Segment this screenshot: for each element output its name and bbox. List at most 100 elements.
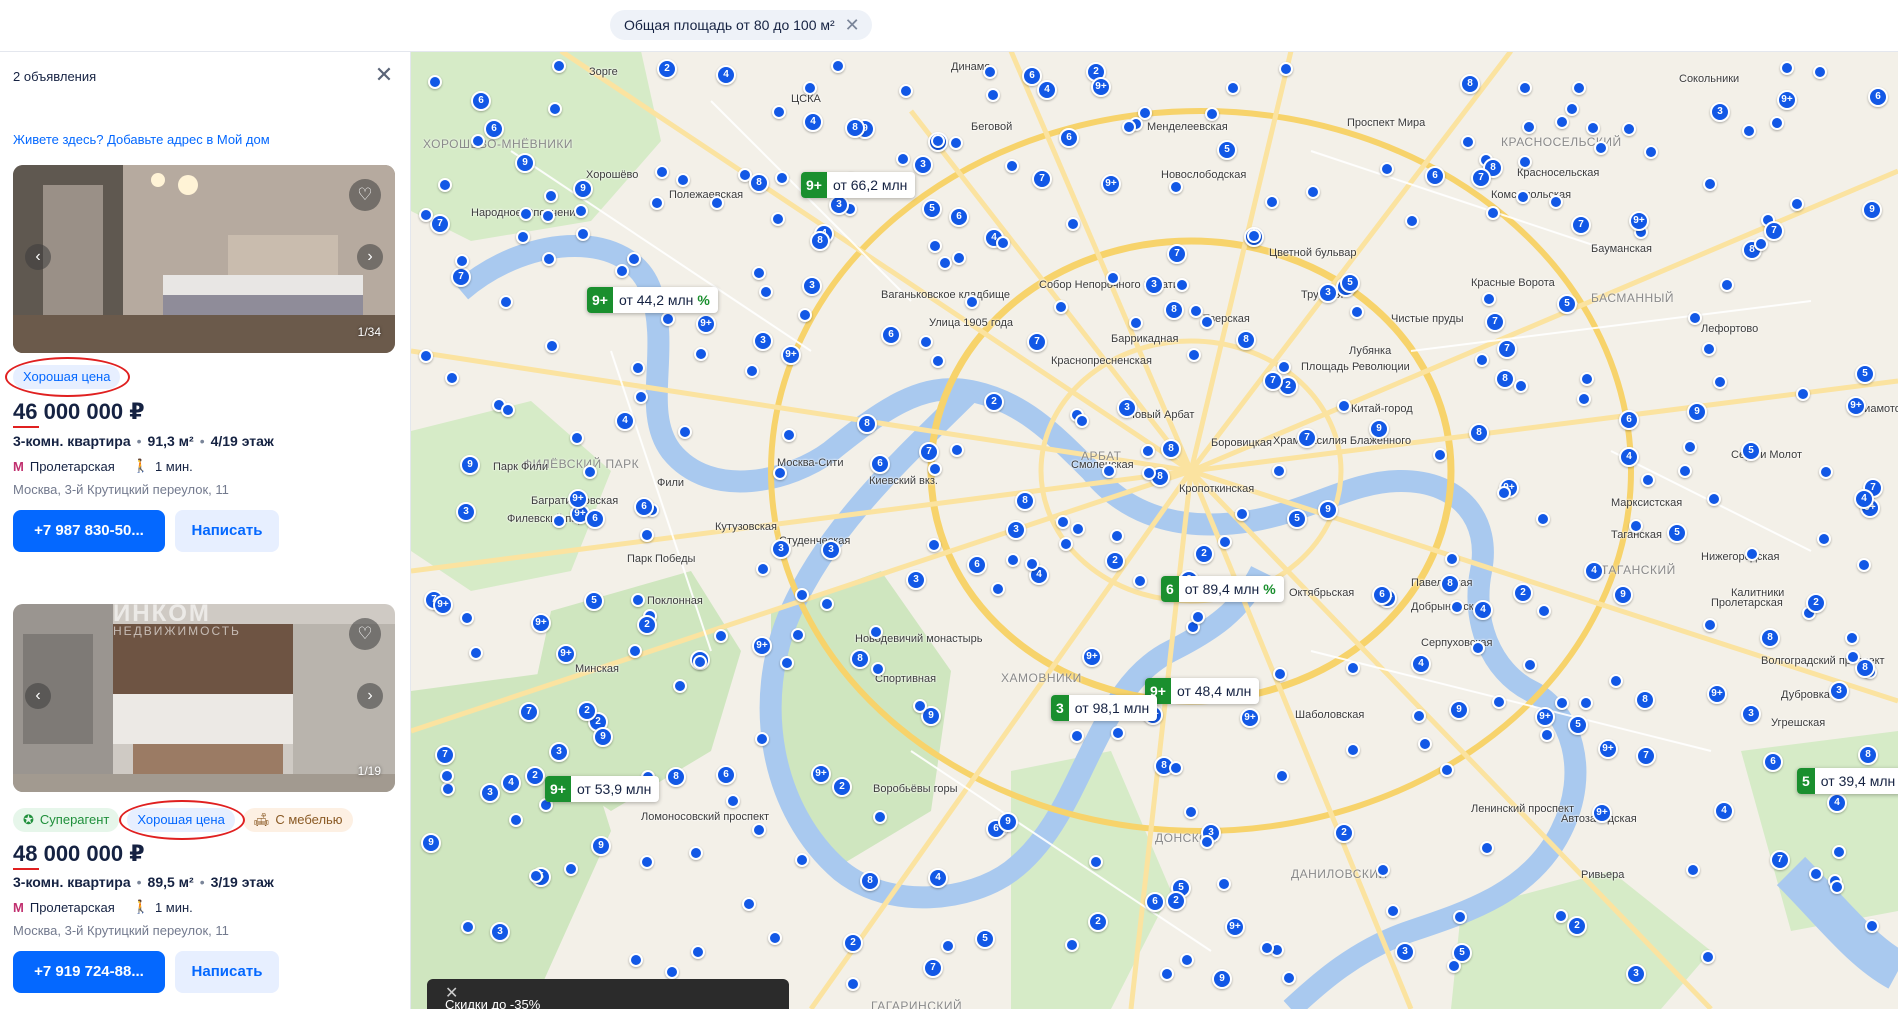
map-pin[interactable] (1160, 967, 1174, 981)
map-pin[interactable] (1609, 674, 1623, 688)
map-pin[interactable]: 7 (1297, 428, 1317, 448)
map-pin[interactable] (986, 88, 1000, 102)
map-pin[interactable] (1376, 863, 1390, 877)
map-pin[interactable]: 3 (1117, 398, 1137, 418)
map-pin[interactable]: 6 (1145, 892, 1165, 912)
map-pin[interactable] (519, 207, 533, 221)
map-pin[interactable] (634, 390, 648, 404)
map-pin[interactable]: 7 (1471, 168, 1491, 188)
map-pin[interactable] (1629, 519, 1643, 533)
map-pin[interactable]: 7 (1764, 221, 1784, 241)
map-pin[interactable] (726, 794, 740, 808)
map-pin[interactable] (1555, 115, 1569, 129)
map-pin[interactable] (1497, 486, 1511, 500)
map-pin[interactable] (1707, 492, 1721, 506)
map-pin[interactable] (661, 312, 675, 326)
map-pin[interactable]: 2 (577, 701, 597, 721)
map-pin[interactable] (950, 443, 964, 457)
map-pin[interactable]: 5 (1855, 364, 1875, 384)
map-pin[interactable] (1110, 529, 1124, 543)
map-pin[interactable]: 8 (845, 118, 865, 138)
map-pin[interactable]: 6 (1059, 128, 1079, 148)
metro-info[interactable]: M Пролетарская 🚶 1 мин. (13, 899, 193, 915)
map-pin[interactable] (927, 538, 941, 552)
map-pin[interactable]: 9+ (1091, 77, 1111, 97)
map-pin[interactable]: 9 (591, 836, 611, 856)
map-pin[interactable]: 6 (585, 509, 605, 529)
map-pin[interactable] (1845, 631, 1859, 645)
map-pin[interactable]: 3 (771, 539, 791, 559)
map-pin[interactable]: 6 (881, 325, 901, 345)
map-pin[interactable] (640, 855, 654, 869)
map-pin[interactable] (650, 196, 664, 210)
map-pin[interactable] (1122, 120, 1136, 134)
map-pin[interactable] (552, 514, 566, 528)
map-pin[interactable] (1054, 300, 1068, 314)
map-pin[interactable]: 6 (634, 497, 654, 517)
map-pin[interactable] (631, 593, 645, 607)
map-pin[interactable] (1056, 515, 1070, 529)
price-cluster[interactable]: 6 от 89,4 млн% (1161, 576, 1284, 602)
map-pin[interactable]: 8 (1635, 690, 1655, 710)
map-pin[interactable]: 4 (1827, 793, 1847, 813)
chevron-right-icon[interactable]: › (357, 683, 383, 709)
map-pin[interactable] (1846, 650, 1860, 664)
map-pin[interactable] (542, 252, 556, 266)
map-pin[interactable]: 8 (1015, 491, 1035, 511)
map-pin[interactable] (941, 939, 955, 953)
map-pin[interactable] (1346, 661, 1360, 675)
map-pin[interactable] (1200, 315, 1214, 329)
map-pin[interactable]: 3 (1741, 704, 1761, 724)
map-pin[interactable]: 4 (501, 773, 521, 793)
map-pin[interactable]: 9 (460, 455, 480, 475)
map-pin[interactable] (1518, 155, 1532, 169)
map-pin[interactable] (1065, 938, 1079, 952)
map-pin[interactable]: 8 (1161, 439, 1181, 459)
map-pin[interactable] (1089, 855, 1103, 869)
map-pin[interactable]: 8 (666, 767, 686, 787)
map-pin[interactable] (544, 189, 558, 203)
map-pin[interactable]: 6 (1619, 410, 1639, 430)
map-pin[interactable]: 9+ (1535, 707, 1555, 727)
map-pin[interactable] (938, 256, 952, 270)
map-pin[interactable] (1277, 360, 1291, 374)
map-pin[interactable] (1813, 65, 1827, 79)
map-pin[interactable] (1025, 557, 1039, 571)
map-pin[interactable] (983, 65, 997, 79)
map-pin[interactable] (1200, 835, 1214, 849)
map-pin[interactable]: 3 (1710, 102, 1730, 122)
heart-icon[interactable]: ♡ (349, 179, 381, 211)
map-pin[interactable]: 3 (906, 570, 926, 590)
map-pin[interactable] (1579, 696, 1593, 710)
map-pin[interactable]: 3 (1006, 520, 1026, 540)
map-pin[interactable]: 5 (1568, 715, 1588, 735)
map-pin[interactable] (710, 196, 724, 210)
map-pin[interactable] (913, 699, 927, 713)
map-pin[interactable]: 3 (829, 195, 849, 215)
map-pin[interactable] (1549, 195, 1563, 209)
map-pin[interactable]: 5 (922, 199, 942, 219)
map-pin[interactable] (1111, 726, 1125, 740)
map-pin[interactable]: 9+ (1225, 917, 1245, 937)
map-pin[interactable] (1275, 769, 1289, 783)
map-pin[interactable]: 6 (870, 454, 890, 474)
map-pin[interactable]: 2 (1088, 912, 1108, 932)
map-pin[interactable]: 8 (860, 871, 880, 891)
map-pin[interactable] (775, 171, 789, 185)
map-pin[interactable] (548, 102, 562, 116)
map-pin[interactable] (1184, 805, 1198, 819)
map-pin[interactable]: 9+ (568, 489, 588, 509)
map-pin[interactable]: 6 (1868, 87, 1888, 107)
map-pin[interactable]: 9 (573, 179, 593, 199)
map-pin[interactable]: 3 (821, 540, 841, 560)
map-pin[interactable] (1180, 953, 1194, 967)
map-pin[interactable] (516, 230, 530, 244)
map-pin[interactable] (1217, 877, 1231, 891)
map-pin[interactable] (752, 266, 766, 280)
map-pin[interactable] (501, 403, 515, 417)
write-button[interactable]: Написать (175, 510, 279, 552)
map-pin[interactable] (1129, 316, 1143, 330)
map-pin[interactable] (1066, 217, 1080, 231)
map-pin[interactable] (689, 846, 703, 860)
map-pin[interactable]: 8 (1236, 330, 1256, 350)
